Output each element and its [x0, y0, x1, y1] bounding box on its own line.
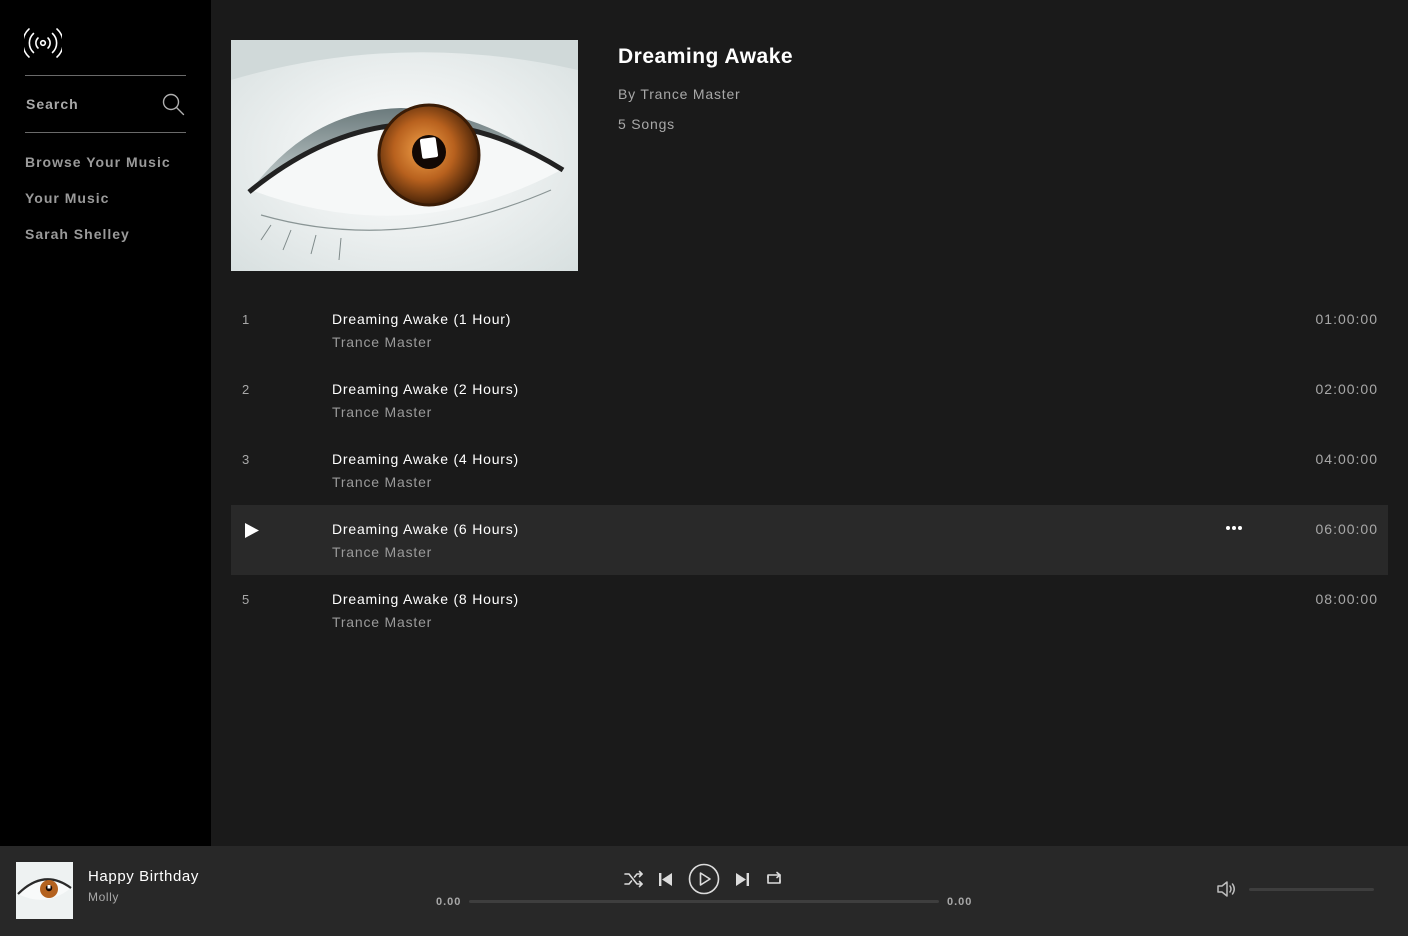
- track-artist[interactable]: Trance Master: [332, 614, 432, 630]
- player-bar: Happy Birthday Molly 0.00 0.00: [0, 846, 1408, 936]
- more-icon[interactable]: [1224, 525, 1244, 531]
- track-artist[interactable]: Trance Master: [332, 544, 432, 560]
- track-duration: 04:00:00: [1315, 451, 1378, 467]
- track-title: Dreaming Awake (2 Hours): [332, 381, 520, 397]
- album-song-count: 5 Songs: [618, 116, 675, 132]
- track-number: 2: [242, 382, 251, 397]
- track-row-hovered[interactable]: Dreaming Awake (6 Hours) Trance Master 0…: [231, 505, 1388, 575]
- volume-slider[interactable]: [1249, 888, 1374, 891]
- play-icon[interactable]: [244, 522, 260, 539]
- track-artist[interactable]: Trance Master: [332, 404, 432, 420]
- track-row[interactable]: 5 Dreaming Awake (8 Hours) Trance Master…: [231, 575, 1388, 645]
- track-artist[interactable]: Trance Master: [332, 334, 432, 350]
- track-duration: 08:00:00: [1315, 591, 1378, 607]
- nav-browse-your-music[interactable]: Browse Your Music: [25, 154, 171, 170]
- track-number: 5: [242, 592, 251, 607]
- track-title: Dreaming Awake (1 Hour): [332, 311, 512, 327]
- track-row[interactable]: 1 Dreaming Awake (1 Hour) Trance Master …: [231, 295, 1388, 365]
- search-icon[interactable]: [161, 92, 185, 116]
- total-time: 0.00: [947, 896, 973, 908]
- album-view: Dreaming Awake By Trance Master 5 Songs …: [211, 0, 1408, 846]
- previous-icon[interactable]: [658, 872, 673, 887]
- track-title: Dreaming Awake (4 Hours): [332, 451, 520, 467]
- repeat-icon[interactable]: [765, 870, 783, 888]
- nav-your-music[interactable]: Your Music: [25, 190, 109, 206]
- track-number: 1: [242, 312, 251, 327]
- track-title: Dreaming Awake (6 Hours): [332, 521, 520, 537]
- elapsed-time: 0.00: [436, 896, 462, 908]
- track-list: 1 Dreaming Awake (1 Hour) Trance Master …: [231, 295, 1388, 645]
- play-circle-icon[interactable]: [688, 863, 720, 895]
- track-artist[interactable]: Trance Master: [332, 474, 432, 490]
- track-duration: 01:00:00: [1315, 311, 1378, 327]
- now-playing-cover[interactable]: [16, 862, 73, 919]
- search-input[interactable]: Search: [26, 96, 79, 112]
- volume-icon[interactable]: [1216, 879, 1238, 899]
- now-playing-artist[interactable]: Molly: [88, 890, 119, 904]
- sidebar-divider-top: [25, 75, 186, 76]
- album-title: Dreaming Awake: [618, 45, 794, 68]
- progress-bar[interactable]: [469, 900, 939, 903]
- track-duration: 06:00:00: [1315, 521, 1378, 537]
- album-artist[interactable]: By Trance Master: [618, 86, 741, 102]
- broadcast-icon[interactable]: [24, 26, 62, 60]
- music-app: Search Browse Your Music Your Music Sara…: [0, 0, 1408, 936]
- track-number: 3: [242, 452, 251, 467]
- now-playing-title[interactable]: Happy Birthday: [88, 868, 199, 885]
- track-row[interactable]: 2 Dreaming Awake (2 Hours) Trance Master…: [231, 365, 1388, 435]
- nav-user-profile[interactable]: Sarah Shelley: [25, 226, 130, 242]
- shuffle-icon[interactable]: [624, 870, 644, 888]
- album-cover: [231, 40, 578, 271]
- sidebar-divider-bottom: [25, 132, 186, 133]
- next-icon[interactable]: [735, 872, 750, 887]
- track-row[interactable]: 3 Dreaming Awake (4 Hours) Trance Master…: [231, 435, 1388, 505]
- track-duration: 02:00:00: [1315, 381, 1378, 397]
- track-title: Dreaming Awake (8 Hours): [332, 591, 520, 607]
- sidebar: Search Browse Your Music Your Music Sara…: [0, 0, 211, 846]
